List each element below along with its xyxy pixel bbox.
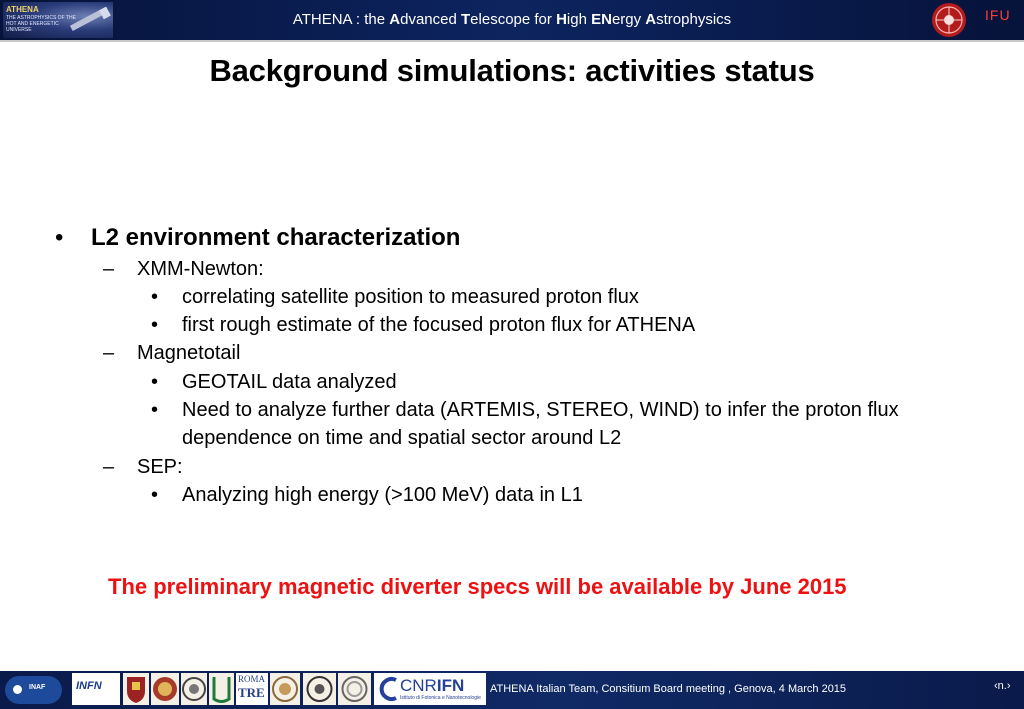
footer-text: ATHENA Italian Team, Consitium Board mee… (490, 683, 847, 695)
bullet-dot: • (151, 399, 159, 421)
university-seal-6-icon (303, 673, 336, 705)
cnr-ifn-subtitle: Istituto di Fotonica e Nanotecnologie (400, 695, 481, 701)
infn-logo: INFN (72, 673, 120, 705)
bullet-list: • L2 environment characterization – XMM-… (0, 0, 1024, 709)
bullet-dash: – (103, 258, 115, 280)
bullet-dot: • (151, 484, 159, 506)
bullet-l3-analyzing: Analyzing high energy (>100 MeV) data in… (182, 484, 583, 506)
bullet-dot: • (151, 286, 159, 308)
highlight-statement: The preliminary magnetic diverter specs … (108, 574, 847, 599)
page-number: ‹n.› (994, 680, 1011, 692)
cnr-ifn-text: CNRIFN (400, 676, 465, 695)
university-logo-4-icon (209, 673, 234, 705)
roma-logo-top-text: ROMA (238, 674, 266, 684)
bullet-l2-magnetotail: Magnetotail (137, 342, 241, 364)
infn-logo-text: INFN (76, 680, 102, 692)
inaf-logo: INAF (5, 676, 62, 704)
cnr-emblem-icon (379, 677, 397, 701)
inaf-dot-icon (13, 685, 22, 694)
bullet-l3-correlating: correlating satellite position to measur… (182, 286, 639, 308)
cnr-ifn-logo: CNRIFN Istituto di Fotonica e Nanotecnol… (374, 673, 486, 705)
roma-tre-logo: ROMA TRE (236, 673, 268, 705)
university-seal-3-icon (181, 673, 207, 705)
bullet-l3-estimate: first rough estimate of the focused prot… (182, 314, 696, 336)
university-seal-7-icon (338, 673, 371, 705)
roma-logo-bottom-text: TRE (238, 685, 265, 700)
bullet-l3-need-analyze: Need to analyze further data (ARTEMIS, S… (182, 399, 899, 421)
bullet-l3-geotail: GEOTAIL data analyzed (182, 371, 397, 393)
bullet-l2-sep: SEP: (137, 456, 183, 478)
bullet-dot: • (151, 314, 159, 336)
bullet-dash: – (103, 342, 115, 364)
university-seal-2-icon (151, 673, 179, 705)
bullet-l1-heading: L2 environment characterization (91, 224, 461, 251)
bullet-dot: • (55, 224, 64, 251)
university-crest-1-icon (123, 673, 149, 705)
bullet-l3-need-analyze-cont: dependence on time and spatial sector ar… (182, 427, 622, 449)
inaf-logo-text: INAF (29, 684, 46, 691)
bullet-dash: – (103, 456, 115, 478)
bullet-dot: • (151, 371, 159, 393)
university-seal-5-icon (270, 673, 300, 705)
bullet-l2-xmm: XMM-Newton: (137, 258, 264, 280)
